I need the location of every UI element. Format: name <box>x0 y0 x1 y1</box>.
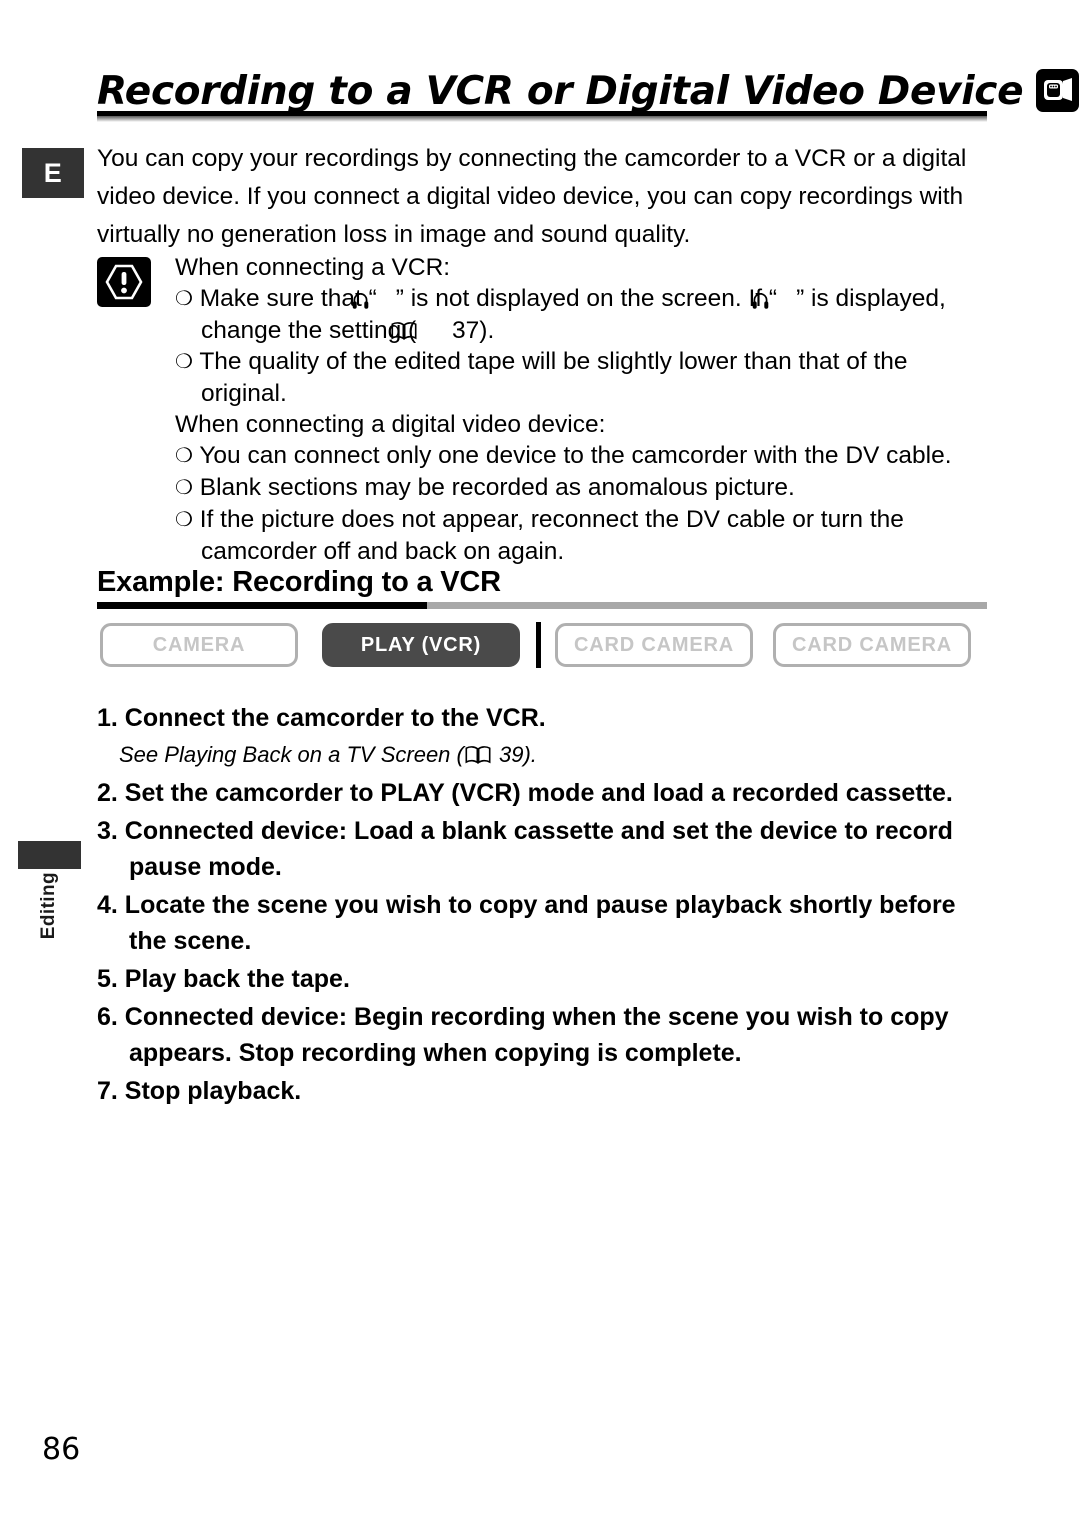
mode-button-play-vcr[interactable]: PLAY (VCR) <box>322 623 520 667</box>
mode-button-card-camera-2[interactable]: CARD CAMERA <box>773 623 971 667</box>
book-reference-icon-2 <box>465 741 491 764</box>
notice-block: When connecting a VCR: ❍ Make sure that … <box>97 252 987 567</box>
bullet-text-vcr2: The quality of the edited tape will be s… <box>199 348 908 407</box>
step-4: 4. Locate the scene you wish to copy and… <box>97 891 956 955</box>
bullet-text-end: ). <box>479 317 495 344</box>
book-reference-icon <box>391 318 443 340</box>
intro-paragraph: You can copy your recordings by connecti… <box>97 140 987 254</box>
language-tab: E <box>22 148 84 198</box>
step-1-note: See Playing Back on a TV Screen ( 39). <box>97 738 987 772</box>
notice-bullet-dv-1: ❍ You can connect only one device to the… <box>175 440 987 472</box>
bullet-text-dv2: Blank sections may be recorded as anomal… <box>199 474 795 501</box>
mode-button-row: CAMERA PLAY (VCR) CARD CAMERA CARD CAMER… <box>100 622 990 668</box>
step-1-note-page: 39 <box>499 742 524 767</box>
step-6: 6. Connected device: Begin recording whe… <box>97 1003 949 1067</box>
title-rule-shadow <box>97 116 987 122</box>
step-1-note-prefix: See <box>119 742 165 767</box>
step-1-note-end: ). <box>523 742 537 767</box>
step-7: 7. Stop playback. <box>97 1077 302 1105</box>
bullet-text-dv3: If the picture does not appear, reconnec… <box>199 506 904 565</box>
bullet-text-a: Make sure that “ <box>199 285 377 312</box>
camcorder-icon <box>1036 69 1080 112</box>
step-1-note-title: Playing Back on a TV Screen <box>164 742 451 767</box>
mode-button-camera[interactable]: CAMERA <box>100 623 298 667</box>
bullet-text-dv1: You can connect only one device to the c… <box>199 442 952 469</box>
bullet-circle-icon-2: ❍ <box>175 351 193 373</box>
notice-vcr-heading: When connecting a VCR: <box>175 254 451 281</box>
page-title-text: Recording to a VCR or Digital Video Devi… <box>97 69 1024 114</box>
title-icon-group <box>1036 69 1080 112</box>
warning-icon <box>97 257 151 307</box>
page-title: Recording to a VCR or Digital Video Devi… <box>97 52 1080 114</box>
mode-button-card-camera-1[interactable]: CARD CAMERA <box>555 623 753 667</box>
step-2: 2. Set the camcorder to PLAY (VCR) mode … <box>97 779 953 807</box>
notice-bullet-vcr-2: ❍ The quality of the edited tape will be… <box>175 346 987 409</box>
bullet-circle-icon: ❍ <box>175 288 193 310</box>
section-tab-text: Editing <box>38 872 59 940</box>
step-1: 1. Connect the camcorder to the VCR. <box>97 704 546 732</box>
bullet-circle-icon-4: ❍ <box>175 477 193 499</box>
notice-dv-heading: When connecting a digital video device: <box>175 411 606 438</box>
page-number: 86 <box>42 1432 81 1467</box>
bullet-circle-icon-5: ❍ <box>175 509 193 531</box>
bullet-text-b: ” is not displayed on the screen. If “ <box>395 285 778 312</box>
step-5: 5. Play back the tape. <box>97 965 350 993</box>
section-tab-block <box>18 841 81 869</box>
step-1-note-mid: ( <box>450 742 464 767</box>
mode-divider <box>536 622 541 668</box>
example-rule-dark <box>97 602 427 609</box>
headphone-icon-2 <box>752 287 795 309</box>
manual-page: E Editing Recording to a VCR or Digital … <box>0 0 1080 1535</box>
step-3: 3. Connected device: Load a blank casset… <box>97 817 953 881</box>
steps-list: 1. Connect the camcorder to the VCR. See… <box>97 700 987 1111</box>
intro-text: You can copy your recordings by connecti… <box>97 145 967 248</box>
bullet-page-ref: 37 <box>452 317 480 344</box>
bullet-circle-icon-3: ❍ <box>175 445 193 467</box>
notice-list: When connecting a VCR: ❍ Make sure that … <box>175 252 987 567</box>
notice-bullet-vcr-1: ❍ Make sure that “ ” is not displayed on … <box>175 283 987 346</box>
headphone-icon <box>352 287 395 309</box>
section-tab-editing: Editing <box>14 872 84 992</box>
notice-bullet-dv-3: ❍ If the picture does not appear, reconn… <box>175 504 987 567</box>
notice-bullet-dv-2: ❍ Blank sections may be recorded as anom… <box>175 472 987 504</box>
example-heading: Example: Recording to a VCR <box>97 566 501 598</box>
